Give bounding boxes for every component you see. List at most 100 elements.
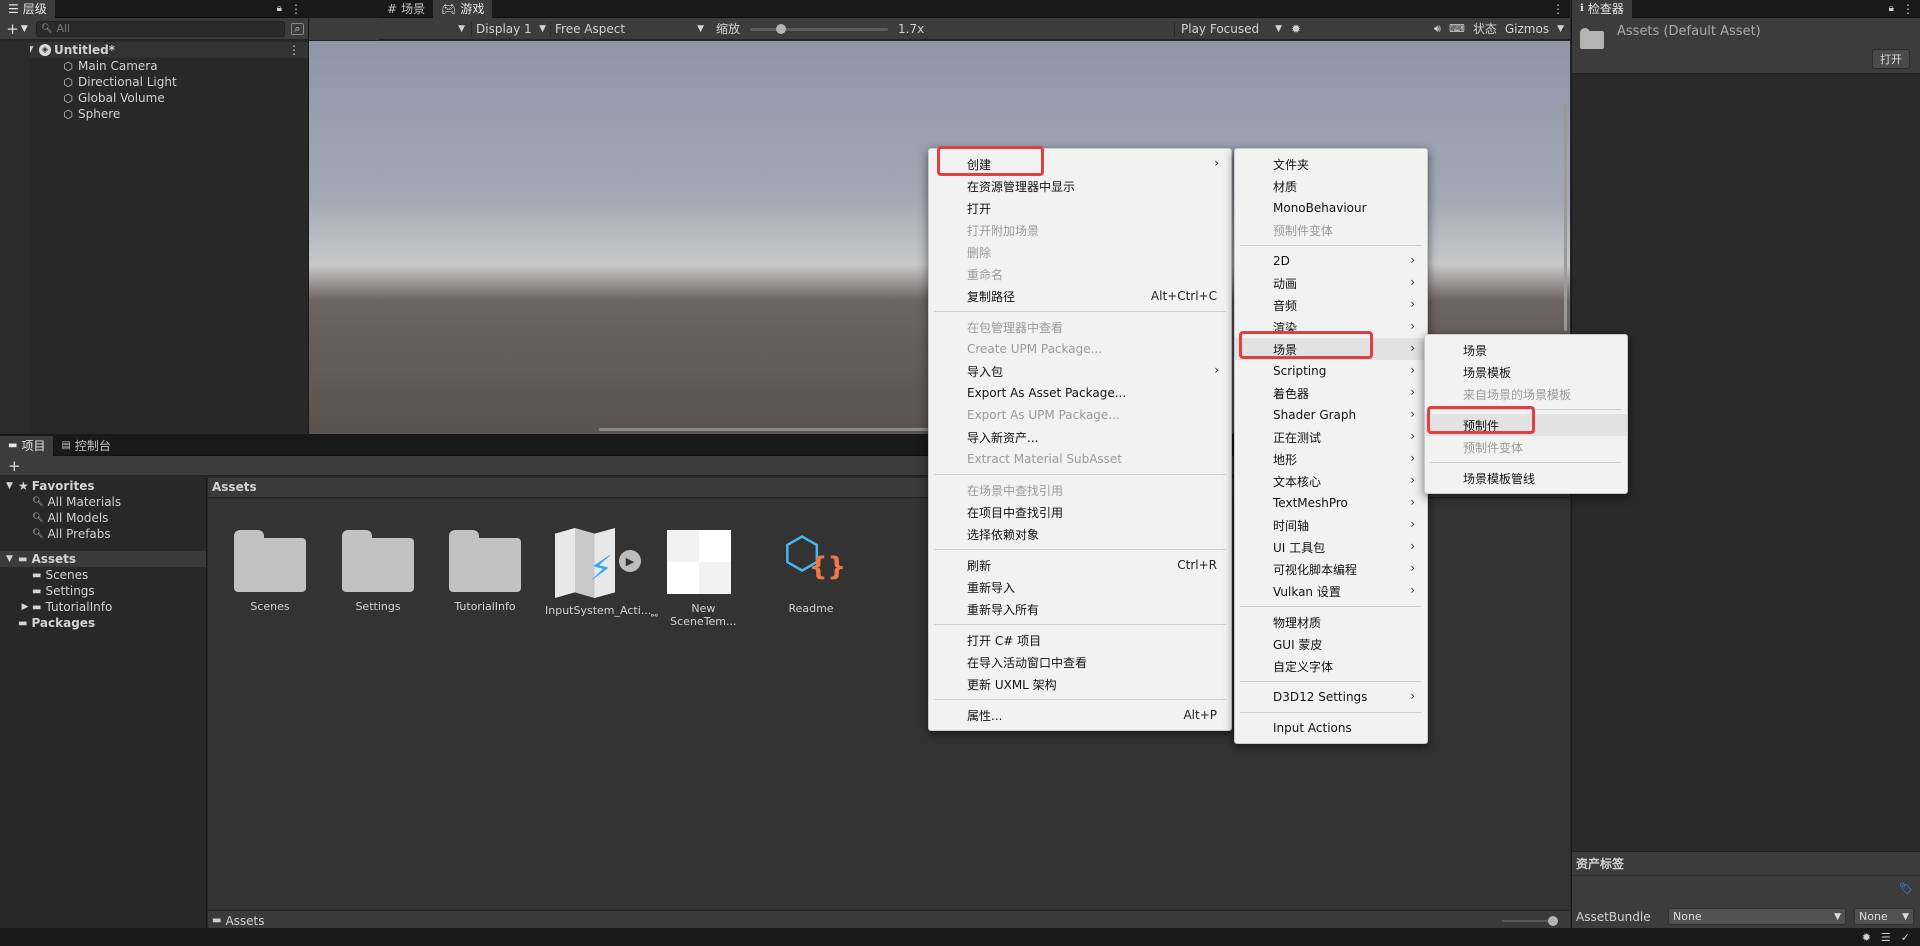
menu-item-可视化脚本编程[interactable]: 可视化脚本编程 › bbox=[1235, 558, 1427, 580]
open-button[interactable]: 打开 bbox=[1872, 49, 1910, 69]
menu-item-更新-uxml-架构[interactable]: 更新 UXML 架构 bbox=[929, 673, 1231, 695]
folder-item[interactable]: ▬ Scenes bbox=[0, 567, 206, 583]
menu-item-着色器[interactable]: 着色器 › bbox=[1235, 382, 1427, 404]
tab-project[interactable]: ▬ 项目 bbox=[0, 435, 54, 456]
hierarchy-item[interactable]: ⬡ Sphere bbox=[0, 106, 308, 122]
kebab-menu-icon[interactable]: ⋮ bbox=[1552, 2, 1570, 16]
icon-size-slider[interactable] bbox=[1502, 915, 1558, 927]
hierarchy-item[interactable]: ⬡ Directional Light bbox=[0, 74, 308, 90]
tab-game[interactable]: 🎮︎ 游戏 bbox=[433, 0, 493, 18]
menu-item-复制路径[interactable]: 复制路径 Alt+Ctrl+C bbox=[929, 285, 1231, 307]
asset-readme[interactable]: ⬡ {} Readme bbox=[763, 530, 859, 616]
menu-item-渲染[interactable]: 渲染 › bbox=[1235, 316, 1427, 338]
menu-item-自定义字体[interactable]: 自定义字体 bbox=[1235, 655, 1427, 677]
menu-item-选择依赖对象[interactable]: 选择依赖对象 bbox=[929, 523, 1231, 545]
menu-item-monobehaviour[interactable]: MonoBehaviour bbox=[1235, 197, 1427, 219]
search-options-icon[interactable]: ⌕ bbox=[291, 22, 304, 35]
expand-arrow-icon[interactable]: ▶ bbox=[18, 602, 32, 612]
menu-item-2d[interactable]: 2D › bbox=[1235, 250, 1427, 272]
audio-icon[interactable]: 🔊︎ bbox=[1434, 22, 1441, 36]
favorite-item[interactable]: 🔍︎ All Prefabs bbox=[0, 526, 206, 542]
favorites-root[interactable]: ▼ ★ Favorites bbox=[0, 478, 206, 494]
menu-item-地形[interactable]: 地形 › bbox=[1235, 448, 1427, 470]
folder-item[interactable]: ▶ ▬ TutorialInfo bbox=[0, 599, 206, 615]
bug-icon[interactable]: ✹ bbox=[1286, 22, 1306, 36]
menu-item-动画[interactable]: 动画 › bbox=[1235, 272, 1427, 294]
menu-item-重新导入所有[interactable]: 重新导入所有 bbox=[929, 598, 1231, 620]
create-button[interactable]: + bbox=[8, 457, 21, 475]
menu-item-textmeshpro[interactable]: TextMeshPro › bbox=[1235, 492, 1427, 514]
menu-item-文件夹[interactable]: 文件夹 bbox=[1235, 153, 1427, 175]
asset-folder-tutorialinfo[interactable]: TutorialInfo bbox=[437, 530, 533, 613]
menu-item-导入新资产[interactable]: 导入新资产... bbox=[929, 426, 1231, 448]
menu-item-重新导入[interactable]: 重新导入 bbox=[929, 576, 1231, 598]
kebab-menu-icon[interactable]: ⋮ bbox=[1902, 2, 1914, 16]
scale-slider-thumb[interactable] bbox=[775, 23, 786, 34]
menu-item-shader-graph[interactable]: Shader Graph › bbox=[1235, 404, 1427, 426]
menu-item-创建[interactable]: 创建 › bbox=[929, 153, 1231, 175]
assets-root[interactable]: ▼ ▬ Assets bbox=[0, 551, 206, 567]
menu-item-属性[interactable]: 属性... Alt+P bbox=[929, 704, 1231, 726]
scale-slider[interactable] bbox=[750, 23, 889, 35]
asset-inputsystem[interactable]: ⚡ ▶ InputSystem_Acti... bbox=[545, 528, 651, 617]
hierarchy-item[interactable]: ⬡ Global Volume bbox=[0, 90, 308, 106]
menu-item-scripting[interactable]: Scripting › bbox=[1235, 360, 1427, 382]
lock-icon[interactable]: 🔒︎ bbox=[277, 3, 282, 14]
menu-item-场景模板管线[interactable]: 场景模板管线 bbox=[1425, 467, 1627, 489]
add-dropdown-button[interactable]: + ▼ bbox=[4, 20, 30, 38]
stats-button[interactable]: 状态 bbox=[1473, 20, 1497, 37]
menu-item-在导入活动窗口中查看[interactable]: 在导入活动窗口中查看 bbox=[929, 651, 1231, 673]
tab-scene[interactable]: # 场景 bbox=[379, 0, 433, 18]
menu-item-音频[interactable]: 音频 › bbox=[1235, 294, 1427, 316]
menu-item-场景[interactable]: 场景 bbox=[1425, 339, 1627, 361]
asset-folder-scenes[interactable]: Scenes bbox=[222, 530, 318, 613]
assetbundle-dropdown[interactable]: None ▼ bbox=[1668, 908, 1846, 925]
asset-scene-template[interactable]: ⚯ New SceneTem... bbox=[651, 530, 747, 628]
tab-inspector[interactable]: ℹ 检查器 bbox=[1572, 0, 1632, 18]
favorite-item[interactable]: 🔍︎ All Models bbox=[0, 510, 206, 526]
tab-hierarchy[interactable]: ☰ 层级 bbox=[0, 0, 55, 18]
viewport-scrollbar[interactable] bbox=[1564, 101, 1567, 331]
debug-icon[interactable]: ✹ bbox=[1862, 931, 1871, 944]
assetbundle-variant-dropdown[interactable]: None ▼ bbox=[1854, 908, 1914, 925]
display-dropdown[interactable]: Display 1 ▼ bbox=[471, 21, 550, 36]
cache-icon[interactable]: ☰ bbox=[1881, 931, 1891, 944]
menu-item-场景模板[interactable]: 场景模板 bbox=[1425, 361, 1627, 383]
menu-item-预制件[interactable]: 预制件 bbox=[1425, 414, 1627, 436]
tab-console[interactable]: ▤ 控制台 bbox=[53, 436, 118, 456]
keyboard-icon[interactable]: ⌨ bbox=[1449, 22, 1465, 35]
check-icon[interactable]: ✓ bbox=[1901, 931, 1910, 944]
menu-item-文本核心[interactable]: 文本核心 › bbox=[1235, 470, 1427, 492]
menu-item-input-actions[interactable]: Input Actions bbox=[1235, 717, 1427, 739]
favorite-item[interactable]: 🔍︎ All Materials bbox=[0, 494, 206, 510]
aspect-dropdown[interactable]: Free Aspect ▼ bbox=[550, 21, 708, 36]
menu-item-刷新[interactable]: 刷新 Ctrl+R bbox=[929, 554, 1231, 576]
menu-item-gui-蒙皮[interactable]: GUI 蒙皮 bbox=[1235, 633, 1427, 655]
menu-item-正在测试[interactable]: 正在测试 › bbox=[1235, 426, 1427, 448]
folder-item[interactable]: ▬ Settings bbox=[0, 583, 206, 599]
menu-item-物理材质[interactable]: 物理材质 bbox=[1235, 611, 1427, 633]
menu-item-时间轴[interactable]: 时间轴 › bbox=[1235, 514, 1427, 536]
lock-icon[interactable]: 🔒︎ bbox=[1889, 3, 1894, 14]
menu-item-材质[interactable]: 材质 bbox=[1235, 175, 1427, 197]
gizmos-button[interactable]: Gizmos bbox=[1505, 22, 1549, 36]
breadcrumb-assets[interactable]: Assets bbox=[212, 480, 257, 494]
scene-root-item[interactable]: ▼ ◈ Untitled* ⋮ bbox=[0, 42, 308, 58]
play-mode-dropdown[interactable]: Play Focused ▼ bbox=[1174, 21, 1286, 36]
menu-item-vulkan-设置[interactable]: Vulkan 设置 › bbox=[1235, 580, 1427, 602]
menu-item-打开-c-项目[interactable]: 打开 C# 项目 bbox=[929, 629, 1231, 651]
asset-folder-settings[interactable]: Settings bbox=[330, 530, 426, 613]
menu-item-在项目中查找引用[interactable]: 在项目中查找引用 bbox=[929, 501, 1231, 523]
menu-item-ui-工具包[interactable]: UI 工具包 › bbox=[1235, 536, 1427, 558]
scene-menu-icon[interactable]: ⋮ bbox=[288, 43, 300, 57]
menu-item-导入包[interactable]: 导入包 › bbox=[929, 360, 1231, 382]
game-view-dropdown[interactable]: ▼ bbox=[379, 24, 471, 34]
menu-item-打开[interactable]: 打开 bbox=[929, 197, 1231, 219]
menu-item-场景[interactable]: 场景 › bbox=[1235, 338, 1427, 360]
kebab-menu-icon[interactable]: ⋮ bbox=[290, 2, 302, 16]
menu-item-在资源管理器中显示[interactable]: 在资源管理器中显示 bbox=[929, 175, 1231, 197]
packages-root[interactable]: ▬ Packages bbox=[0, 615, 206, 631]
hierarchy-item[interactable]: ⬡ Main Camera bbox=[0, 58, 308, 74]
menu-item-d3d12-settings[interactable]: D3D12 Settings › bbox=[1235, 686, 1427, 708]
hierarchy-search-input[interactable]: 🔍︎ All bbox=[36, 20, 285, 37]
